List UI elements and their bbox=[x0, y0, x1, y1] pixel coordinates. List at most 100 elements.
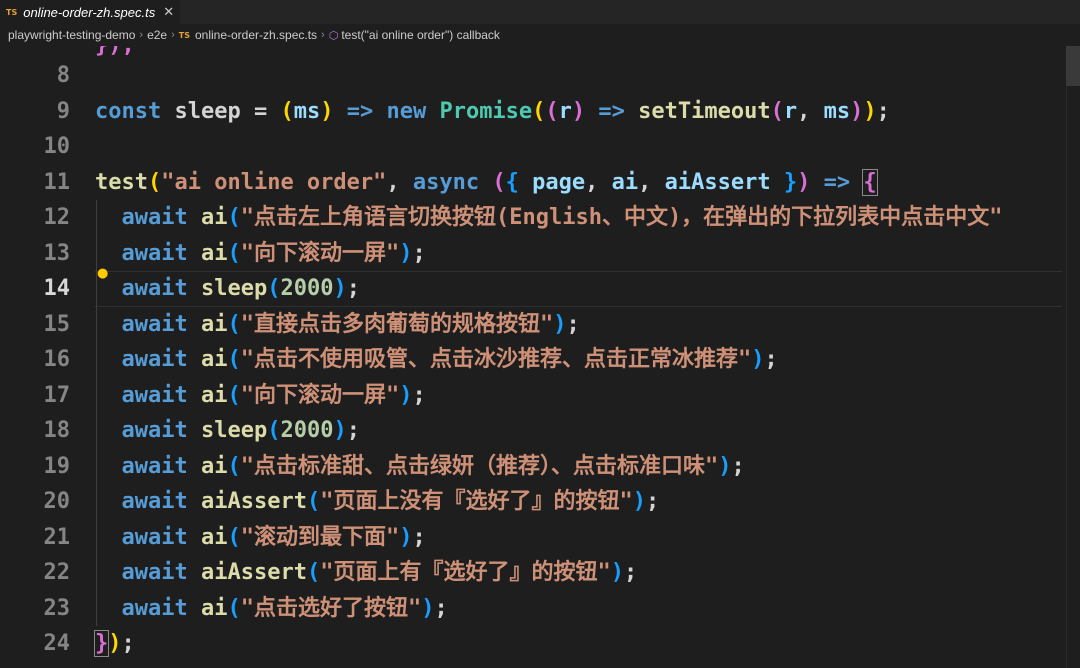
code-token: ( bbox=[227, 382, 241, 408]
code-text: await ai("向下滚动一屏"); bbox=[95, 236, 426, 272]
code-line[interactable]: 12 await ai("点击左上角语言切换按钮(English、中文)，在弹出… bbox=[0, 200, 1062, 236]
lightbulb-icon[interactable]: ● bbox=[97, 267, 108, 281]
code-text: await aiAssert("页面上没有『选好了』的按钮"); bbox=[95, 484, 660, 520]
code-token: ( bbox=[280, 98, 294, 124]
code-token: ) bbox=[797, 169, 811, 195]
code-token: ( bbox=[227, 240, 241, 266]
code-text: await ai("点击左上角语言切换按钮(English、中文)，在弹出的下拉… bbox=[95, 200, 1003, 236]
code-token: 2000 bbox=[280, 418, 334, 443]
code-editor[interactable]: }); 89const sleep = (ms) => new Promise(… bbox=[0, 46, 1080, 668]
code-line[interactable]: 15 await ai("直接点击多肉葡萄的规格按钮"); bbox=[0, 307, 1062, 343]
line-number: 15 bbox=[43, 311, 71, 337]
code-token: ; bbox=[121, 631, 135, 656]
line-number: 17 bbox=[43, 382, 71, 408]
code-token: "向下滚动一屏" bbox=[240, 382, 400, 408]
code-token: "页面上有『选好了』的按钮" bbox=[320, 560, 611, 585]
close-icon[interactable]: ✕ bbox=[163, 5, 174, 20]
line-number: 11 bbox=[43, 169, 71, 195]
code-token: ( bbox=[492, 169, 506, 195]
code-token: ( bbox=[267, 418, 281, 443]
line-number: 19 bbox=[43, 453, 71, 479]
breadcrumb-item-folder[interactable]: e2e bbox=[147, 28, 167, 42]
code-line[interactable]: 17 await ai("向下滚动一屏"); bbox=[0, 378, 1062, 414]
scrollbar-thumb[interactable] bbox=[1066, 46, 1080, 86]
code-token: ) bbox=[333, 276, 347, 301]
code-token: ai bbox=[200, 311, 228, 337]
code-token: ) bbox=[850, 98, 864, 124]
code-token: await bbox=[121, 382, 188, 408]
code-token: ai bbox=[200, 240, 228, 266]
code-text: test("ai online order", async ({ page, a… bbox=[95, 165, 878, 201]
line-number: 13 bbox=[43, 240, 71, 266]
code-text: }); bbox=[93, 626, 135, 662]
code-token: ; bbox=[623, 560, 638, 585]
code-token: => bbox=[346, 98, 374, 124]
code-token: ai bbox=[200, 595, 228, 621]
code-token: { bbox=[862, 168, 878, 196]
code-line[interactable]: 22 await aiAssert("页面上有『选好了』的按钮"); bbox=[0, 555, 1062, 591]
code-token: ) bbox=[718, 453, 732, 479]
code-line[interactable]: 24}); bbox=[0, 626, 1062, 662]
code-token: ; bbox=[346, 276, 360, 301]
vertical-scrollbar[interactable] bbox=[1066, 46, 1080, 668]
line-number: 10 bbox=[43, 134, 71, 159]
code-line[interactable]: 9 const sleep = (ms) => new Promise((r) =… bbox=[0, 94, 1062, 130]
indent-guide bbox=[96, 200, 97, 626]
code-line[interactable]: 10 bbox=[0, 129, 1062, 165]
code-text: await ai("直接点击多肉葡萄的规格按钮"); bbox=[95, 307, 580, 343]
line-number: 24 bbox=[43, 631, 71, 656]
line-number: 12 bbox=[43, 205, 71, 230]
code-line[interactable]: 21 await ai("滚动到最下面"); bbox=[0, 520, 1062, 556]
code-token: ( bbox=[267, 276, 281, 301]
code-line[interactable]: 14 await sleep(2000); bbox=[0, 271, 1062, 307]
typescript-file-icon: TS bbox=[178, 30, 190, 40]
code-token: ( bbox=[306, 560, 321, 585]
code-token: sleep bbox=[161, 98, 254, 124]
line-number: 8 bbox=[56, 63, 70, 88]
code-token: ) bbox=[863, 98, 877, 124]
chevron-right-icon: › bbox=[321, 29, 325, 41]
code-token: }); bbox=[95, 46, 135, 58]
code-token: "滚动到最下面" bbox=[240, 524, 400, 550]
code-line[interactable]: 18 await sleep(2000); bbox=[0, 413, 1062, 449]
code-text: await aiAssert("页面上有『选好了』的按钮"); bbox=[95, 555, 638, 591]
line-number: 21 bbox=[43, 524, 71, 550]
breadcrumb-item-symbol[interactable]: test("ai online order") callback bbox=[341, 28, 500, 42]
code-line[interactable]: 23 await ai("点击选好了按钮"); bbox=[0, 591, 1062, 627]
code-token: ; bbox=[731, 453, 745, 479]
code-line[interactable]: 8 bbox=[0, 58, 1062, 94]
code-token: r bbox=[558, 98, 572, 124]
code-line[interactable]: 16 await ai("点击不使用吸管、点击冰沙推荐、点击正常冰推荐"); bbox=[0, 342, 1062, 378]
code-token: ) bbox=[108, 631, 122, 656]
code-token: ; bbox=[764, 347, 778, 372]
line-number: 18 bbox=[43, 418, 71, 443]
code-line[interactable]: 13 await ai("向下滚动一屏"); bbox=[0, 236, 1062, 272]
code-line[interactable]: 20 await aiAssert("页面上没有『选好了』的按钮"); bbox=[0, 484, 1062, 520]
breadcrumb-item-file[interactable]: online-order-zh.spec.ts bbox=[195, 28, 317, 42]
code-token: await bbox=[121, 347, 188, 372]
code-token: await bbox=[121, 240, 188, 266]
code-token: ( bbox=[227, 524, 241, 550]
code-token: ( bbox=[770, 98, 784, 124]
tab-label: online-order-zh.spec.ts bbox=[23, 4, 156, 20]
code-token: } bbox=[93, 630, 110, 657]
code-line[interactable]: 19 await ai("点击标准甜、点击绿妍（推荐）、点击标准口味"); bbox=[0, 449, 1062, 485]
code-line[interactable]: 11 test("ai online order", async ({ page,… bbox=[0, 165, 1062, 201]
code-token: aiAssert bbox=[200, 560, 307, 585]
line-number: 16 bbox=[43, 347, 71, 372]
editor-tab-online-order-zh[interactable]: TS online-order-zh.spec.ts ✕ bbox=[0, 0, 180, 24]
code-token: ( bbox=[306, 489, 321, 514]
breadcrumb-item-project[interactable]: playwright-testing-demo bbox=[8, 28, 135, 42]
